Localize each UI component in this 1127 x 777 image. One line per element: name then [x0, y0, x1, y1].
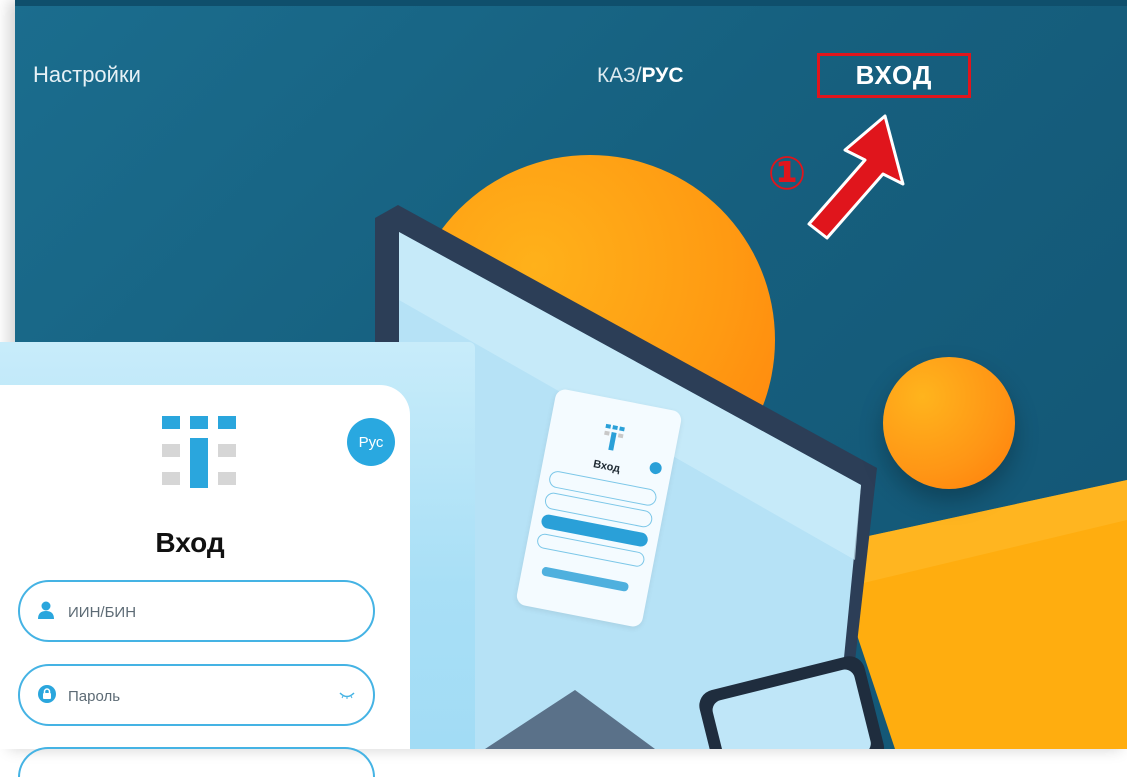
login-card: Рус Вход [0, 385, 410, 777]
settings-link[interactable]: Настройки [33, 62, 141, 88]
eye-icon[interactable] [339, 691, 355, 699]
lang-kz-link[interactable]: КАЗ [597, 64, 636, 87]
user-icon [38, 601, 54, 619]
language-switcher: КАЗ/РУС [597, 64, 684, 88]
password-field[interactable] [18, 664, 375, 726]
next-field-partial [18, 747, 375, 777]
login-form-title: Вход [155, 527, 225, 558]
logo-icon [162, 416, 236, 488]
orange-circle-small [883, 357, 1015, 489]
language-button[interactable]: Рус [347, 418, 395, 466]
lang-ru-link[interactable]: РУС [642, 64, 684, 87]
lock-icon [38, 685, 56, 703]
iin-input[interactable] [66, 596, 330, 628]
language-button-label: Рус [358, 433, 384, 451]
iin-field[interactable] [18, 580, 375, 642]
password-input[interactable] [66, 680, 330, 712]
login-button[interactable]: ВХОД [817, 53, 971, 98]
arrow-icon [807, 114, 905, 240]
login-label: ВХОД [855, 60, 933, 90]
